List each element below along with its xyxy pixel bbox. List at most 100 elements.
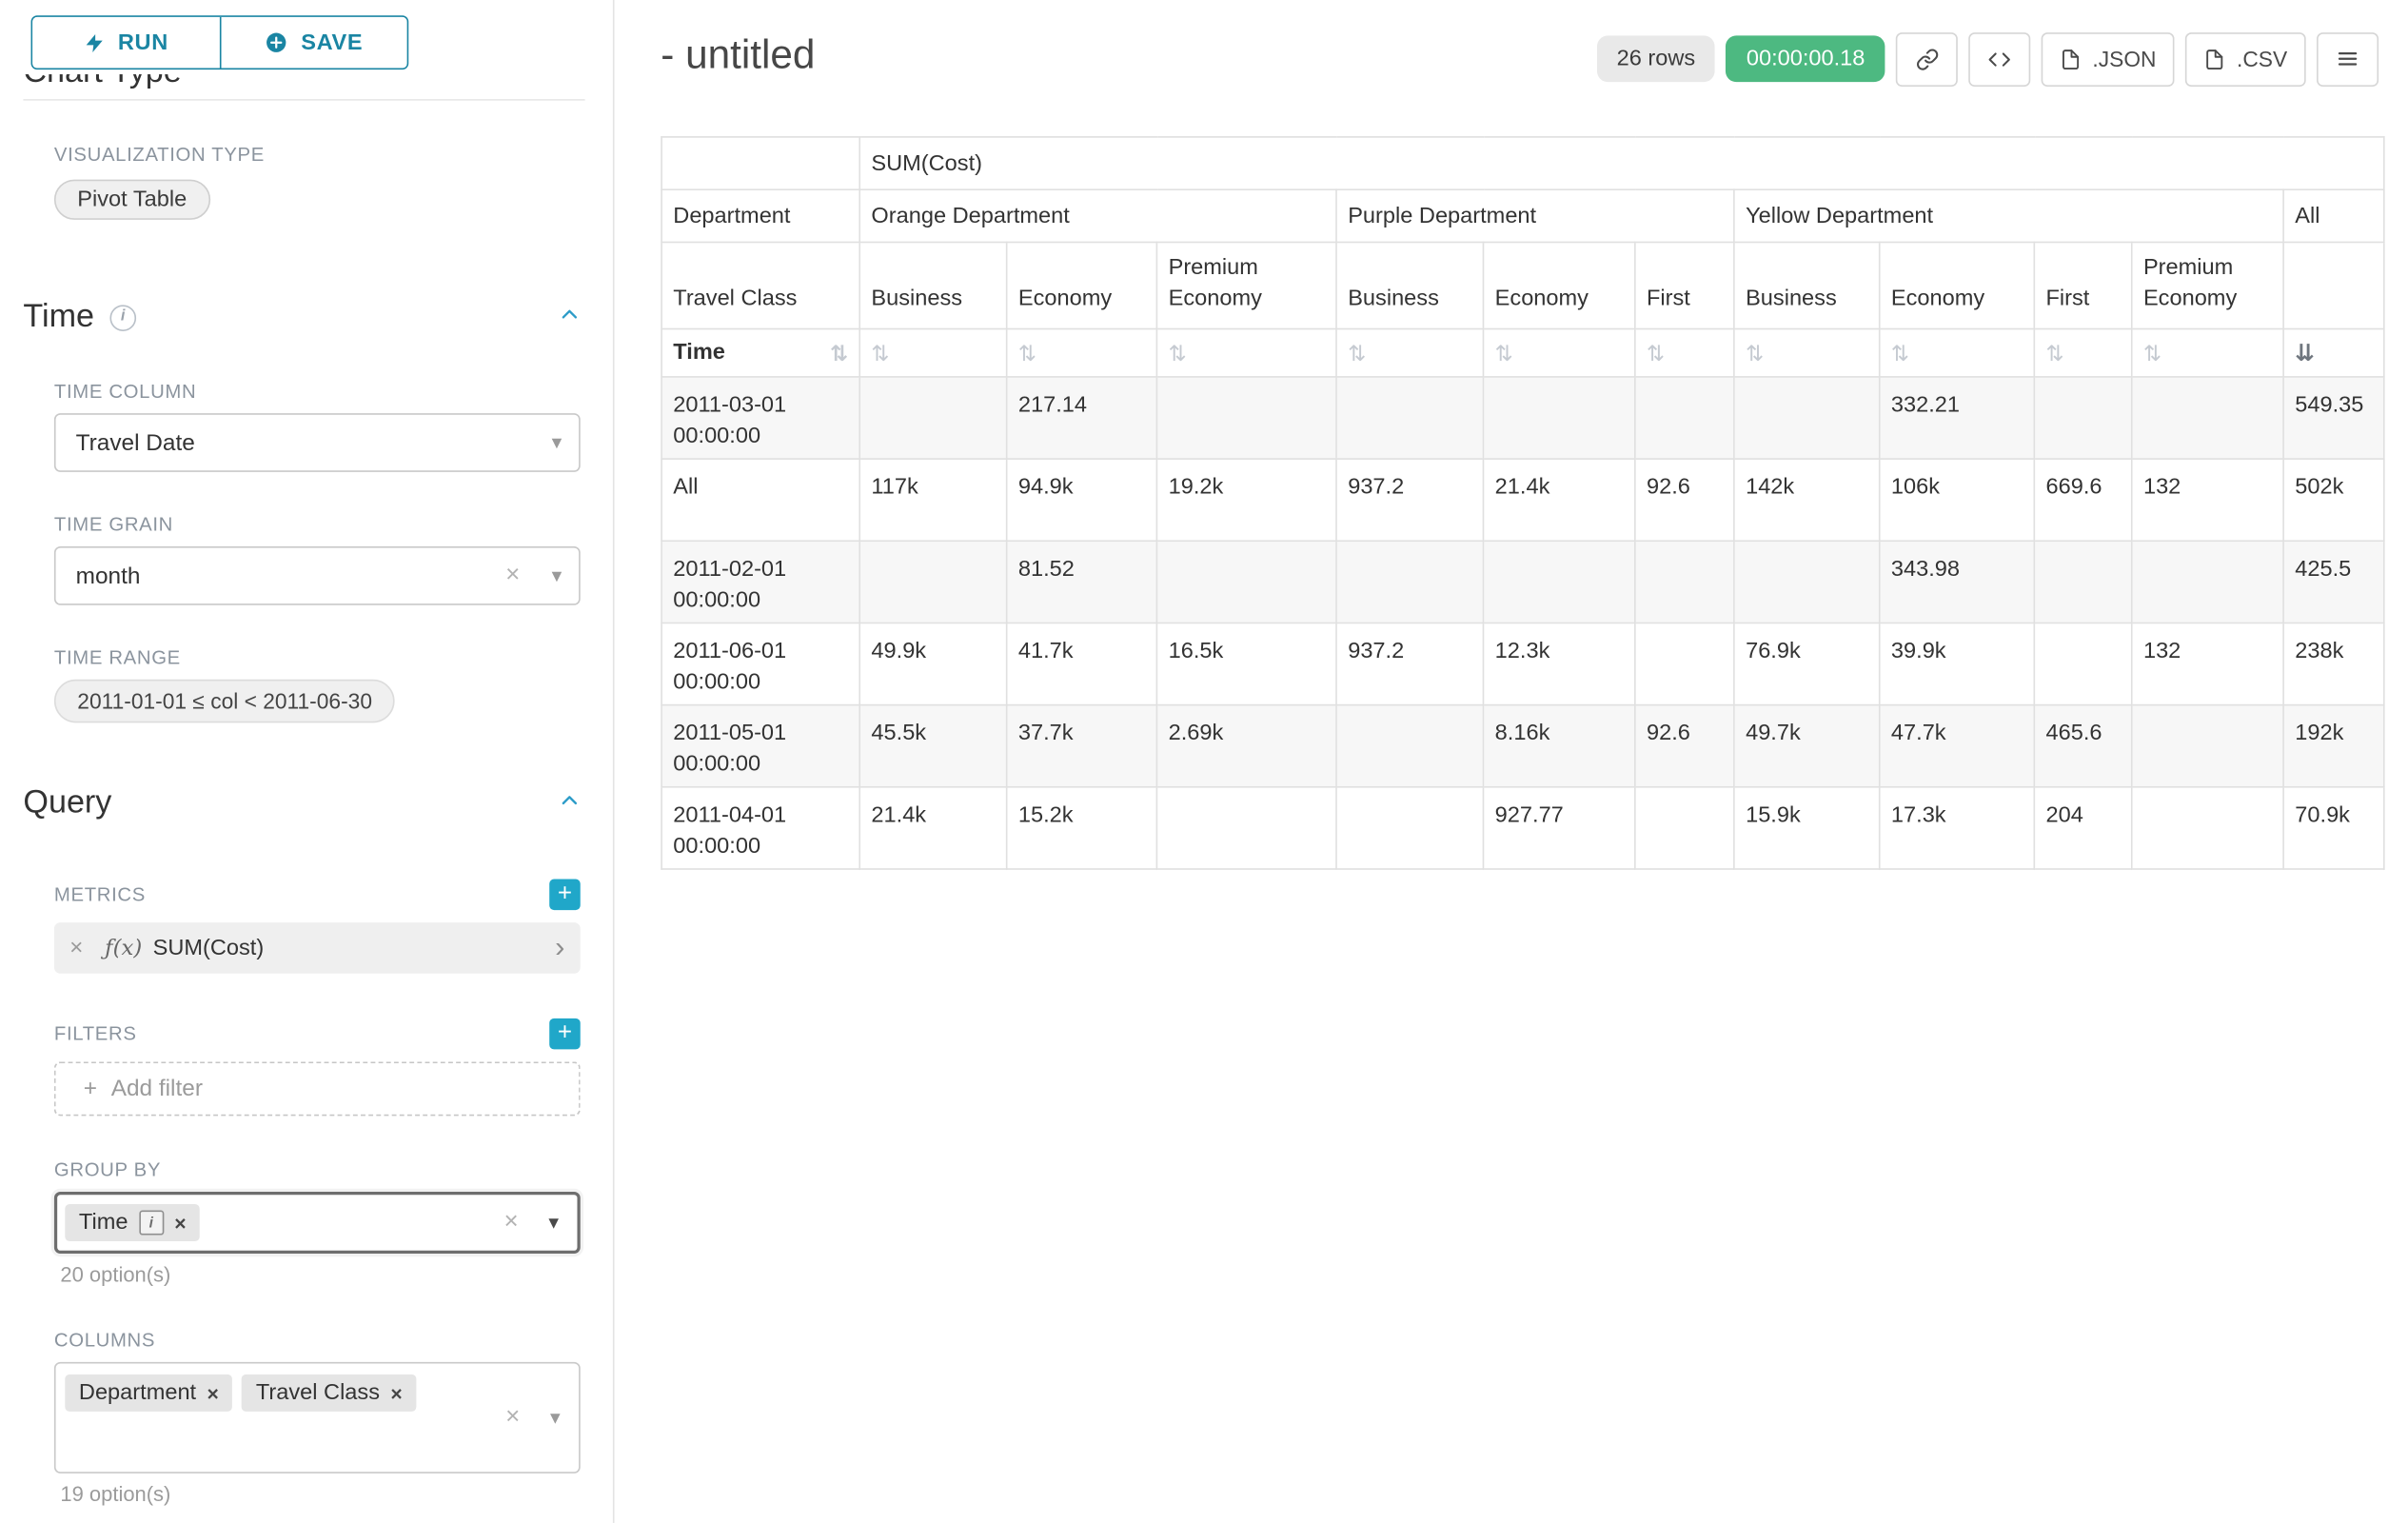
- sort-icon[interactable]: ⇅: [2143, 340, 2161, 365]
- time-range-label: TIME RANGE: [54, 647, 585, 669]
- chevron-up-icon[interactable]: [557, 297, 582, 337]
- pivot-corner-cell: [661, 137, 859, 189]
- pivot-class-header: Premium Economy: [1156, 242, 1336, 328]
- pivot-cell: [2132, 541, 2283, 623]
- lightning-icon: [84, 31, 106, 53]
- pivot-department-row: DepartmentOrange DepartmentPurple Depart…: [661, 189, 2384, 242]
- chart-result-panel: - untitled 26 rows 00:00:00.18 .JSON .CS…: [615, 0, 2408, 1523]
- pivot-cell: [2034, 377, 2131, 459]
- info-icon: i: [109, 305, 136, 331]
- pivot-class-header: [2283, 242, 2384, 328]
- add-metric-button[interactable]: +: [549, 880, 581, 911]
- pivot-cell: 465.6: [2034, 705, 2131, 787]
- hamburger-menu-icon: [2336, 48, 2360, 69]
- export-csv-button[interactable]: .CSV: [2185, 31, 2305, 86]
- sort-icon[interactable]: ⇅: [1891, 340, 1909, 365]
- clear-icon[interactable]: ×: [505, 1404, 520, 1432]
- columns-chip[interactable]: Travel Class ×: [242, 1375, 416, 1412]
- pivot-row-label: 2011-05-01 00:00:00: [661, 705, 859, 787]
- pivot-department-header: Orange Department: [859, 189, 1336, 242]
- add-filter-dropzone[interactable]: + Add filter: [54, 1061, 581, 1116]
- group-by-select[interactable]: Time i × × ▾: [54, 1192, 581, 1254]
- pivot-cell: 17.3k: [1880, 787, 2035, 869]
- metric-item[interactable]: × ƒ(x) SUM(Cost) ›: [54, 922, 581, 974]
- sort-row-title: Time: [673, 341, 725, 366]
- pivot-department-header: Yellow Department: [1734, 189, 2283, 242]
- copy-link-button[interactable]: [1896, 31, 1958, 86]
- time-column-select[interactable]: Travel Date ▾: [54, 413, 581, 472]
- time-range-value[interactable]: 2011-01-01 ≤ col < 2011-06-30: [54, 680, 395, 723]
- view-query-button[interactable]: [1968, 31, 2030, 86]
- remove-chip-icon[interactable]: ×: [207, 1381, 218, 1404]
- export-json-label: .JSON: [2092, 47, 2156, 71]
- result-header-controls: 26 rows 00:00:00.18 .JSON .CSV: [1596, 31, 2378, 88]
- sort-icon[interactable]: ⇅: [2046, 340, 2064, 365]
- sort-icon[interactable]: ⇅: [1348, 340, 1366, 365]
- pivot-cell: 238k: [2283, 623, 2384, 704]
- pivot-class-header: First: [2034, 242, 2131, 328]
- chevron-down-icon: ▾: [552, 564, 563, 588]
- plus-icon: +: [84, 1076, 97, 1102]
- pivot-cell: 132: [2132, 623, 2283, 704]
- add-filter-button[interactable]: +: [549, 1019, 581, 1050]
- sort-icon[interactable]: ⇅: [1746, 340, 1764, 365]
- pivot-class-header: Business: [1336, 242, 1483, 328]
- pivot-cell: 502k: [2283, 459, 2384, 541]
- more-menu-button[interactable]: [2317, 31, 2378, 86]
- pivot-cell: [1336, 705, 1483, 787]
- pivot-sort-cell: ⇅: [1635, 329, 1734, 377]
- pivot-cell: 8.16k: [1483, 705, 1634, 787]
- pivot-cell: 425.5: [2283, 541, 2384, 623]
- explore-page: Chart Type VISUALIZATION TYPE Pivot Tabl…: [0, 0, 2408, 1523]
- sort-icon[interactable]: ⇅: [830, 340, 848, 366]
- remove-chip-icon[interactable]: ×: [174, 1211, 186, 1234]
- run-button-label: RUN: [118, 30, 168, 55]
- pivot-sort-cell: ⇅: [859, 329, 1006, 377]
- remove-metric-icon[interactable]: ×: [69, 935, 83, 961]
- pivot-sort-cell: ⇅: [1880, 329, 2035, 377]
- pivot-cell: 41.7k: [1007, 623, 1157, 704]
- sort-desc-icon[interactable]: ⇊: [2295, 341, 2314, 367]
- pivot-cell: [1336, 377, 1483, 459]
- chevron-up-icon[interactable]: [557, 783, 582, 823]
- pivot-cell: 343.98: [1880, 541, 2035, 623]
- group-by-label: GROUP BY: [54, 1159, 585, 1181]
- pivot-cell: [2132, 705, 2283, 787]
- pivot-sort-cell: ⇊: [2283, 329, 2384, 377]
- pivot-cell: 192k: [2283, 705, 2384, 787]
- sort-icon[interactable]: ⇅: [1647, 340, 1665, 365]
- run-button[interactable]: RUN: [32, 17, 220, 69]
- pivot-cell: 21.4k: [859, 787, 1006, 869]
- pivot-cell: 669.6: [2034, 459, 2131, 541]
- pivot-cell: 81.52: [1007, 541, 1157, 623]
- sort-icon[interactable]: ⇅: [1495, 340, 1513, 365]
- file-icon: [2060, 48, 2082, 70]
- metrics-label: METRICS: [54, 883, 146, 905]
- pivot-data-row: 2011-02-01 00:00:0081.52343.98425.5: [661, 541, 2384, 623]
- visualization-type-value[interactable]: Pivot Table: [54, 180, 210, 220]
- sort-icon[interactable]: ⇅: [871, 340, 889, 365]
- clear-icon[interactable]: ×: [504, 1209, 519, 1236]
- clear-icon[interactable]: ×: [505, 562, 520, 589]
- columns-chip[interactable]: Department ×: [65, 1375, 232, 1412]
- save-button[interactable]: SAVE: [220, 17, 407, 69]
- code-icon: [1987, 48, 2012, 70]
- export-json-button[interactable]: .JSON: [2042, 31, 2175, 86]
- columns-select[interactable]: Department × Travel Class × × ▾: [54, 1362, 581, 1474]
- pivot-cell: [1483, 377, 1634, 459]
- columns-label: COLUMNS: [54, 1330, 585, 1352]
- control-panel-scroll-area[interactable]: Chart Type VISUALIZATION TYPE Pivot Tabl…: [0, 0, 613, 1523]
- sort-icon[interactable]: ⇅: [1018, 340, 1036, 365]
- chevron-right-icon[interactable]: ›: [555, 933, 564, 962]
- remove-chip-icon[interactable]: ×: [390, 1381, 402, 1404]
- pivot-cell: 15.2k: [1007, 787, 1157, 869]
- pivot-sort-row: Time ⇅ ⇅ ⇅ ⇅ ⇅ ⇅ ⇅ ⇅ ⇅ ⇅ ⇅ ⇊: [661, 329, 2384, 377]
- pivot-cell: 76.9k: [1734, 623, 1880, 704]
- group-by-chip[interactable]: Time i ×: [65, 1204, 200, 1241]
- pivot-cell: 47.7k: [1880, 705, 2035, 787]
- sort-icon[interactable]: ⇅: [1169, 340, 1187, 365]
- chart-title[interactable]: - untitled: [661, 31, 815, 79]
- time-grain-select[interactable]: month × ▾: [54, 546, 581, 605]
- pivot-cell: 39.9k: [1880, 623, 2035, 704]
- pivot-cell: [2034, 623, 2131, 704]
